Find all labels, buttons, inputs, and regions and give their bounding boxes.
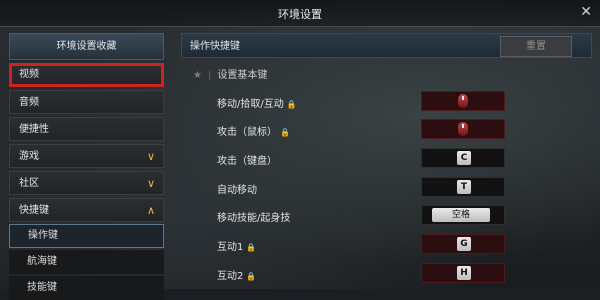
panel-title: 操作快捷键 xyxy=(190,41,240,52)
keybind-row: 移动技能/起身技 空格 xyxy=(181,203,592,229)
reset-button[interactable]: 重置 xyxy=(500,36,572,57)
keybind-row: 互动1 🔒 G xyxy=(181,232,592,258)
keybind-label: 移动/拾取/互动 🔒 xyxy=(217,99,297,110)
sidebar-subitem-label: 航海键 xyxy=(27,256,57,267)
sidebar-item-game[interactable]: 游戏 ∨ xyxy=(9,144,164,168)
lock-icon: 🔒 xyxy=(280,128,290,137)
keybind-label: 攻击（鼠标） 🔒 xyxy=(217,127,290,138)
keycap: H xyxy=(457,266,471,280)
keybind-slot[interactable]: C xyxy=(421,148,505,168)
lock-icon: 🔒 xyxy=(286,100,297,109)
keybind-slot[interactable] xyxy=(421,91,505,111)
main-panel: 操作快捷键 重置 ★ | 设置基本键 移动/拾取/互动 🔒 攻击（鼠标） 🔒 攻击（键盘… xyxy=(181,33,592,289)
chevron-up-icon: ∧ xyxy=(146,204,155,217)
keybind-slot[interactable]: G xyxy=(421,234,505,254)
keybind-label: 互动2 🔒 xyxy=(217,271,257,282)
sidebar-subitem-skill-keys[interactable]: 技能键 xyxy=(9,276,164,300)
keycap: T xyxy=(457,180,471,194)
keybind-label: 移动技能/起身技 xyxy=(217,213,291,224)
chevron-down-icon: ∨ xyxy=(146,150,155,163)
sidebar-item-label: 快捷键 xyxy=(19,205,49,216)
sidebar-subitem-label: 操作键 xyxy=(28,230,58,241)
keybind-slot[interactable]: 空格 xyxy=(421,205,505,225)
keybind-slot[interactable]: T xyxy=(421,177,505,197)
section-header: ★ | 设置基本键 xyxy=(193,66,267,81)
sidebar-item-label: 视频 xyxy=(19,69,39,80)
keybind-label: 自动移动 xyxy=(217,185,257,196)
keycap: 空格 xyxy=(432,208,490,222)
sidebar-item-label: 音频 xyxy=(19,97,39,108)
star-icon[interactable]: ★ xyxy=(193,70,202,81)
sidebar-item-label: 便捷性 xyxy=(19,124,49,135)
mouse-icon xyxy=(458,122,468,136)
sidebar-item-convenience[interactable]: 便捷性 xyxy=(9,117,164,141)
mouse-icon xyxy=(458,94,468,108)
keybind-row: 移动/拾取/互动 🔒 xyxy=(181,89,592,115)
sidebar-header: 环境设置收藏 xyxy=(9,33,164,60)
keycap: G xyxy=(457,237,471,251)
sidebar-item-community[interactable]: 社区 ∨ xyxy=(9,171,164,195)
close-icon[interactable]: ✕ xyxy=(580,4,592,20)
sidebar-subitem-operation-keys[interactable]: 操作键 xyxy=(9,224,164,248)
keycap: C xyxy=(457,151,471,165)
sidebar-item-video[interactable]: 视频 xyxy=(9,63,164,87)
lock-icon: 🔒 xyxy=(246,272,257,281)
keybind-label: 攻击（键盘） xyxy=(217,156,277,167)
keybind-slot[interactable] xyxy=(421,119,505,139)
keybind-label: 互动1 🔒 xyxy=(217,242,257,253)
sidebar-item-hotkeys[interactable]: 快捷键 ∧ xyxy=(9,198,164,222)
window-title: 环境设置 xyxy=(278,8,322,21)
sidebar: 环境设置收藏 视频 音频 便捷性 游戏 ∨ 社区 ∨ 快捷键 ∧ 操作键 航海键… xyxy=(9,33,164,300)
keybind-row: 互动2 🔒 H xyxy=(181,261,592,287)
section-title: 设置基本键 xyxy=(217,70,268,81)
sidebar-item-audio[interactable]: 音频 xyxy=(9,90,164,114)
sidebar-item-label: 社区 xyxy=(19,178,39,189)
sidebar-item-label: 游戏 xyxy=(19,151,39,162)
divider: | xyxy=(207,70,212,81)
sidebar-subitem-sailing-keys[interactable]: 航海键 xyxy=(9,250,164,274)
chevron-down-icon: ∨ xyxy=(146,177,155,190)
keybind-row: 攻击（鼠标） 🔒 xyxy=(181,117,592,143)
lock-icon: 🔒 xyxy=(246,243,257,252)
sidebar-subitem-label: 技能键 xyxy=(27,282,57,293)
keybind-slot[interactable]: H xyxy=(421,263,505,283)
keybind-row: 自动移动 T xyxy=(181,175,592,201)
panel-header: 操作快捷键 重置 xyxy=(181,33,592,58)
keybind-row: 攻击（键盘） C xyxy=(181,146,592,172)
title-bar: 环境设置 ✕ xyxy=(0,0,600,27)
